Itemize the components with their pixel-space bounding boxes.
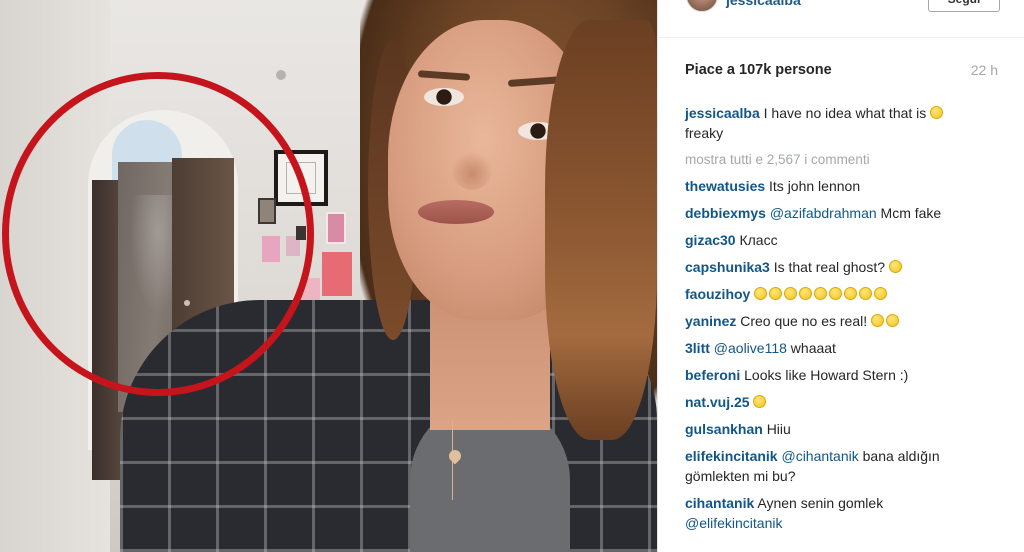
header-username[interactable]: jessicaalba (726, 0, 801, 8)
comment-list: jessicaalba I have no idea what that is … (685, 103, 1005, 540)
emoji-icon (871, 314, 884, 327)
comment-username[interactable]: 3litt (685, 340, 710, 356)
comment-username[interactable]: debbiexmys (685, 205, 766, 221)
comment-item: capshunika3 Is that real ghost? (685, 257, 1005, 277)
comment-text: Looks like Howard Stern :) (744, 367, 909, 383)
comment-text: Mcm fake (880, 205, 942, 221)
comment-username[interactable]: yaninez (685, 313, 736, 329)
hair-right (545, 20, 657, 440)
emoji-icon (754, 287, 768, 300)
comment-mention[interactable]: @aolive118 (714, 340, 787, 356)
comment-mention[interactable]: @azifabdrahman (770, 205, 877, 221)
post-header: jessicaalba Segui (658, 0, 1024, 38)
comment-username[interactable]: thewatusies (685, 178, 765, 194)
emoji-icon (930, 106, 944, 119)
comment-text: freaky (685, 125, 724, 141)
post-time: 22 h (970, 62, 998, 78)
comment-item: gizac30 Класс (685, 230, 1005, 250)
emoji-icon (784, 287, 798, 300)
emoji-icon (829, 287, 843, 300)
comment-username[interactable]: nat.vuj.25 (685, 394, 750, 410)
comment-mention[interactable]: @cihantanik (781, 448, 858, 464)
comment-text: Aynen senin gomlek (757, 495, 884, 511)
comment-item: nat.vuj.25 (685, 392, 1005, 412)
show-all-comments-link[interactable]: mostra tutti e 2,567 i commenti (685, 150, 1005, 170)
comment-username[interactable]: gulsankhan (685, 421, 763, 437)
comment-text: Is that real ghost? (773, 259, 886, 275)
emoji-icon (886, 314, 899, 327)
eye (424, 88, 464, 106)
comment-username[interactable]: faouzihoy (685, 286, 750, 302)
comment-item: elifekincitanik @cihantanik bana aldığın… (685, 446, 1005, 486)
post-photo[interactable] (0, 0, 657, 552)
comment-text: Класс (739, 232, 778, 248)
avatar[interactable] (686, 0, 718, 12)
comment-item: faouzihoy (685, 284, 1005, 304)
light-fixture (276, 70, 286, 80)
comment-item: yaninez Creo que no es real! (685, 311, 1005, 331)
follow-button[interactable]: Segui (928, 0, 1000, 12)
comment-username[interactable]: cihantanik (685, 495, 754, 511)
comment-username[interactable]: elifekincitanik (685, 448, 778, 464)
comment-item: cihantanik Aynen senin gomlek @elifekinc… (685, 493, 1005, 533)
lips (418, 200, 494, 224)
comment-item: gulsankhan Hiiu (685, 419, 1005, 439)
comment-username[interactable]: jessicaalba (685, 105, 760, 121)
emoji-icon (799, 287, 813, 300)
comment-username[interactable]: gizac30 (685, 232, 736, 248)
comment-item: 3litt @aolive118 whaaat (685, 338, 1005, 358)
comment-text: whaaat (790, 340, 836, 356)
comment-username[interactable]: beferoni (685, 367, 740, 383)
comment-text: Creo que no es real! (740, 313, 868, 329)
comment-item: beferoni Looks like Howard Stern :) (685, 365, 1005, 385)
emoji-icon (859, 287, 873, 300)
emoji-icon (844, 287, 858, 300)
emoji-icon (888, 260, 902, 273)
comment-username[interactable]: capshunika3 (685, 259, 770, 275)
comment-mention[interactable]: @elifekincitanik (685, 515, 782, 531)
comment-text: I have no idea what that is (763, 105, 927, 121)
comment-text: Its john lennon (769, 178, 861, 194)
emoji-icon (769, 287, 783, 300)
emoji-icon (874, 287, 888, 300)
highlight-circle (2, 72, 314, 396)
emoji-icon (814, 287, 828, 300)
comment-item: jessicaalba I have no idea what that is … (685, 103, 1005, 143)
wall-picture (322, 252, 352, 296)
likes-count[interactable]: Piace a 107k persone (685, 62, 832, 78)
comment-item: thewatusies Its john lennon (685, 176, 1005, 196)
comment-item: debbiexmys @azifabdrahman Mcm fake (685, 203, 1005, 223)
comment-text: Hiiu (766, 421, 791, 437)
nose (452, 150, 492, 190)
comments-panel: jessicaalba Segui Piace a 107k persone 2… (657, 0, 1024, 552)
wall-picture (326, 212, 346, 244)
emoji-icon (753, 395, 767, 408)
